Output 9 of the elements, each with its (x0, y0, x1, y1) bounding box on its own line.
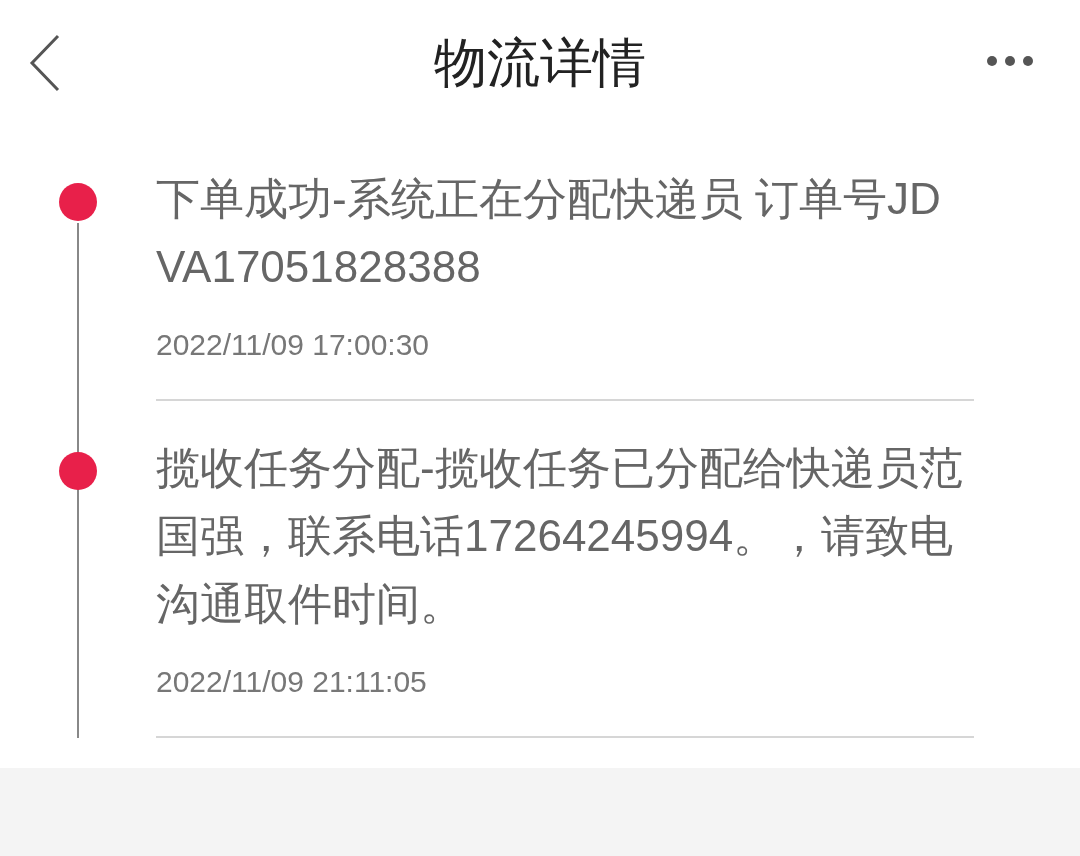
timeline-dot (59, 452, 97, 490)
event-description: 下单成功-系统正在分配快递员 订单号JD VA17051828388 (156, 173, 942, 293)
page-title: 物流详情 (434, 36, 646, 89)
event-description: 揽收任务分配-揽收任务已分配给快递员范国强，联系电话17264245994。，请致电沟通取件时间。 (156, 442, 964, 630)
event-time: 2022/11/09 17:00:30 (156, 327, 431, 363)
timeline-dot (59, 183, 97, 221)
more-icon[interactable] (986, 55, 1034, 67)
event-time: 2022/11/09 21:11:05 (156, 664, 428, 700)
back-icon[interactable] (28, 34, 62, 92)
